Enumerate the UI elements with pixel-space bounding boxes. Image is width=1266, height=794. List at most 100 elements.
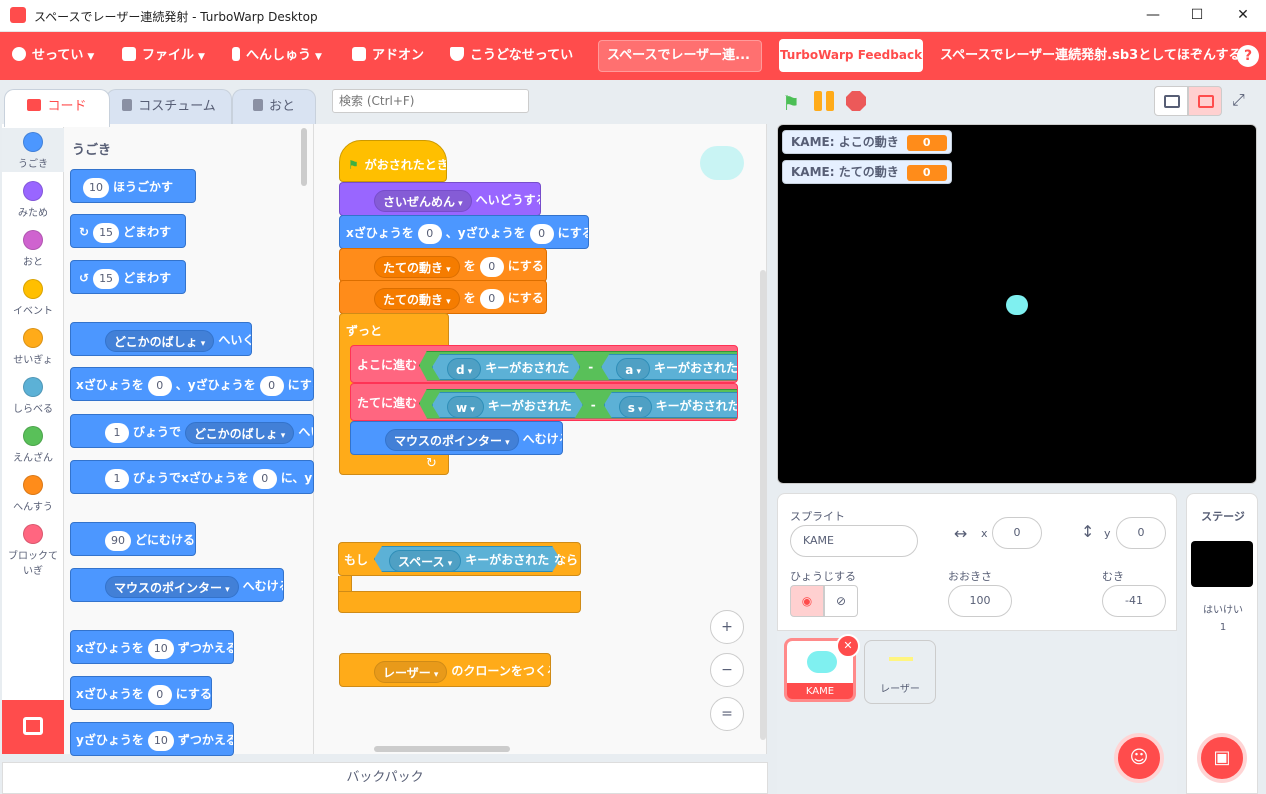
set-variable-block-1[interactable]: たての動きを0にする: [339, 248, 547, 282]
y-input[interactable]: 0: [1116, 517, 1166, 549]
tate-key1-sensing[interactable]: wキーがおされた: [432, 392, 583, 418]
palette-turn-right-block[interactable]: ↻ 15 どまわす: [70, 214, 186, 248]
yoko-subtract-operator[interactable]: d キーがおされた - a キーがおされた: [419, 351, 738, 381]
turn-right-input[interactable]: 15: [93, 222, 120, 243]
when-flag-clicked-block[interactable]: ⚑ がおされたとき: [339, 140, 447, 182]
add-sprite-button[interactable]: ☺: [1114, 733, 1164, 783]
glide-target-dropdown[interactable]: どこかのばしょ: [185, 421, 295, 444]
go-to-layer-block[interactable]: さいぜんめんへいどうする: [339, 182, 541, 216]
category-sensing[interactable]: しらべる: [2, 373, 64, 415]
tab-costumes[interactable]: コスチューム: [106, 89, 232, 125]
category-control[interactable]: せいぎょ: [2, 324, 64, 366]
palette-change-x-block[interactable]: xざひょうを 10 ずつかえる: [70, 630, 234, 664]
add-extension-button[interactable]: [2, 700, 64, 754]
pause-button[interactable]: [814, 91, 822, 111]
monitor-tate[interactable]: KAME: たての動き 0: [782, 160, 952, 184]
point-towards-dropdown[interactable]: マウスのポインター: [105, 575, 239, 598]
search-input[interactable]: [332, 89, 529, 113]
script-gotoxy-block[interactable]: xざひょうを0、yざひょうを0にする: [339, 215, 589, 249]
save-as-button[interactable]: スペースでレーザー連続発射.sb3としてほぞんする: [940, 32, 1242, 80]
clone-target-dropdown[interactable]: レーザー: [374, 660, 448, 683]
add-backdrop-button[interactable]: ▣: [1197, 733, 1247, 783]
palette-set-x-block[interactable]: xざひょうを 0 にする: [70, 676, 212, 710]
advanced-menu[interactable]: こうどなせってい: [450, 32, 573, 80]
turn-left-input[interactable]: 15: [93, 268, 120, 289]
category-looks[interactable]: みため: [2, 177, 64, 219]
change-y-input[interactable]: 10: [147, 730, 174, 751]
yoko-key2-dropdown[interactable]: a: [616, 358, 650, 380]
tate-subtract-operator[interactable]: wキーがおされた-sキーがおされた: [419, 389, 738, 419]
yoko-custom-block[interactable]: よこに進む d キーがおされた - a キーがおされた: [350, 345, 738, 383]
category-variables[interactable]: へんすう: [2, 471, 64, 513]
file-menu[interactable]: ファイル ▼: [122, 32, 205, 80]
backpack-header[interactable]: バックパック: [2, 762, 768, 794]
turtle-sprite[interactable]: [1006, 295, 1028, 315]
if-key-sensing[interactable]: スペースキーがおされた: [374, 546, 560, 572]
set-variable-block-2[interactable]: たての動きを0にする: [339, 280, 547, 314]
palette-turn-left-block[interactable]: ↺ 15 どまわす: [70, 260, 186, 294]
tab-sounds[interactable]: おと: [232, 89, 316, 125]
zoom-reset-button[interactable]: =: [710, 697, 744, 731]
settings-menu[interactable]: せってい ▼: [12, 32, 94, 80]
zoom-out-button[interactable]: −: [710, 653, 744, 687]
project-title-input[interactable]: スペースでレーザー連...: [598, 40, 762, 72]
goto-target-dropdown[interactable]: どこかのばしょ: [105, 329, 215, 352]
feedback-button[interactable]: TurboWarp Feedback: [779, 39, 923, 72]
x-input[interactable]: 0: [992, 517, 1042, 549]
yoko-key2-sensing[interactable]: a キーがおされた: [601, 354, 738, 380]
point-direction-input[interactable]: 90: [105, 530, 131, 551]
normal-stage-button[interactable]: [1188, 86, 1222, 116]
script-point-towards-block[interactable]: マウスのポインターへむける: [350, 421, 563, 455]
edit-menu[interactable]: へんしゅう ▼: [232, 32, 322, 80]
addons-menu[interactable]: アドオン: [352, 32, 424, 80]
yoko-key1-sensing[interactable]: d キーがおされた: [432, 354, 580, 380]
show-sprite-button[interactable]: ◉: [790, 585, 824, 617]
close-button[interactable]: ✕: [1228, 4, 1258, 26]
glidexy-secs-input[interactable]: 1: [105, 468, 129, 489]
code-vertical-scrollbar[interactable]: [760, 270, 766, 740]
delete-sprite-button[interactable]: ✕: [836, 634, 860, 658]
set1-variable-dropdown[interactable]: たての動き: [374, 255, 460, 278]
set2-value-input[interactable]: 0: [479, 288, 504, 309]
size-input[interactable]: 100: [948, 585, 1012, 617]
move-steps-input[interactable]: 10: [83, 177, 109, 198]
tate-key2-sensing[interactable]: sキーがおされた: [604, 392, 738, 418]
if-key-dropdown[interactable]: スペース: [389, 550, 461, 572]
category-motion[interactable]: うごき: [2, 128, 64, 172]
palette-move-block[interactable]: 10 ほうごかす: [70, 169, 196, 203]
monitor-yoko[interactable]: KAME: よこの動き 0: [782, 130, 952, 154]
set1-value-input[interactable]: 0: [479, 256, 504, 277]
script-gotoxy-y-input[interactable]: 0: [529, 223, 554, 244]
palette-glidexy-block[interactable]: 1 びょうでxざひょうを0に、yざ: [70, 460, 314, 494]
create-clone-block[interactable]: レーザーのクローンをつくる: [339, 653, 551, 687]
script-gotoxy-x-input[interactable]: 0: [417, 223, 442, 244]
category-events[interactable]: イベント: [2, 275, 64, 317]
maximize-button[interactable]: ☐: [1182, 4, 1212, 26]
zoom-in-button[interactable]: +: [710, 610, 744, 644]
tab-code[interactable]: コード: [4, 89, 110, 127]
palette-goto-block[interactable]: どこかのばしょへいく: [70, 322, 252, 356]
glidexy-x-input[interactable]: 0: [252, 468, 277, 489]
palette-change-y-block[interactable]: yざひょうを 10 ずつかえる: [70, 722, 234, 756]
set-x-input[interactable]: 0: [147, 684, 172, 705]
palette-point-towards-block[interactable]: マウスのポインターへむける: [70, 568, 284, 602]
sprite-tile-laser[interactable]: レーザー: [864, 640, 936, 704]
change-x-input[interactable]: 10: [147, 638, 174, 659]
help-button[interactable]: ?: [1237, 45, 1259, 67]
set2-variable-dropdown[interactable]: たての動き: [374, 287, 460, 310]
stage-thumbnail[interactable]: [1191, 541, 1253, 587]
layer-dropdown[interactable]: さいぜんめん: [374, 189, 472, 212]
yoko-key1-dropdown[interactable]: d: [447, 358, 481, 380]
palette-glide-block[interactable]: 1 びょうでどこかのばしょへい: [70, 414, 314, 448]
gotoxy-y-input[interactable]: 0: [259, 375, 284, 396]
tate-key2-dropdown[interactable]: s: [619, 396, 652, 418]
fullscreen-button[interactable]: ⤢: [1232, 90, 1245, 110]
glide-secs-input[interactable]: 1: [105, 422, 129, 443]
palette-gotoxy-block[interactable]: xざひょうを0、yざひょうを0にする: [70, 367, 314, 401]
minimize-button[interactable]: —: [1138, 4, 1168, 26]
stage-canvas[interactable]: KAME: よこの動き 0 KAME: たての動き 0: [777, 124, 1257, 484]
direction-input[interactable]: -41: [1102, 585, 1166, 617]
code-horizontal-scrollbar[interactable]: [374, 746, 510, 752]
tate-custom-block[interactable]: たてに進むwキーがおされた-sキーがおされた: [350, 383, 738, 421]
green-flag-button[interactable]: ⚑: [782, 91, 800, 115]
